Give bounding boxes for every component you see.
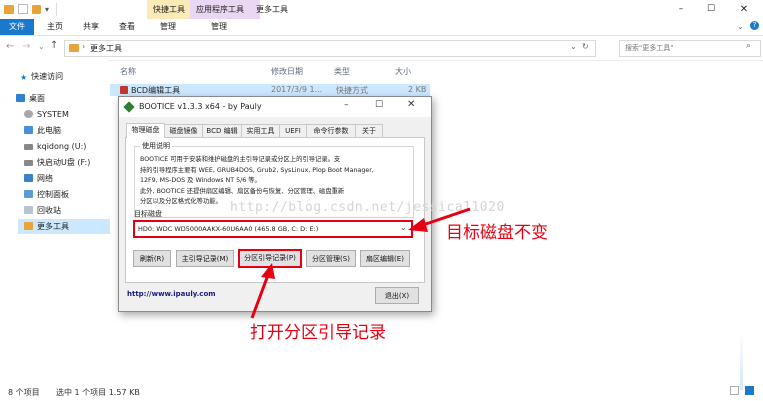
annotation-target-disk-note: 目标磁盘不变 xyxy=(446,223,548,243)
tab-physical-disk[interactable]: 物理磁盘 xyxy=(126,123,165,138)
arrow-to-pbr-button xyxy=(250,263,275,319)
annotation-pbr-note: 打开分区引导记录 xyxy=(250,323,386,343)
